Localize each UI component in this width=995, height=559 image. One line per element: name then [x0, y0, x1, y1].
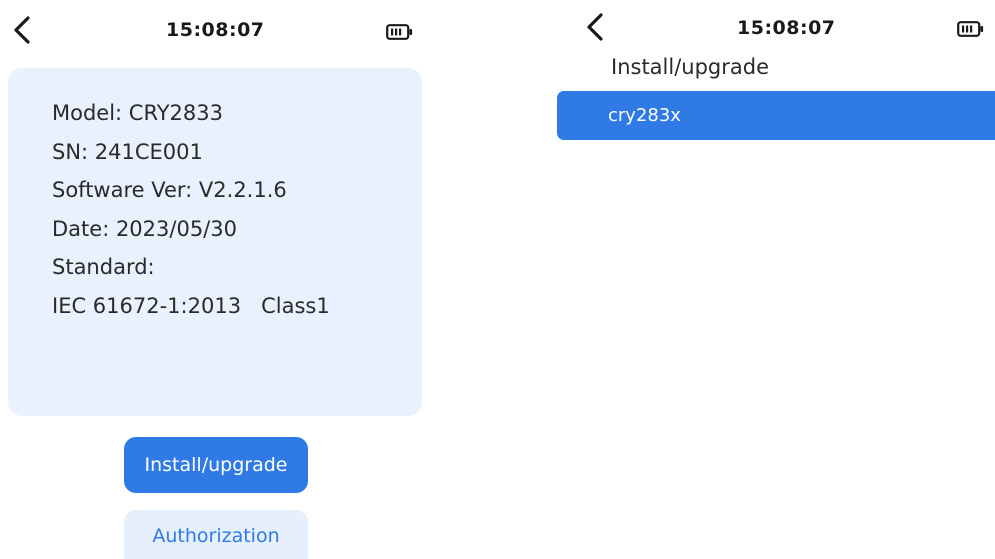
info-standard-label: Standard: — [52, 255, 155, 279]
info-standard-value: IEC 61672-1:2013 Class1 — [52, 293, 330, 318]
battery-icon — [957, 21, 984, 37]
status-bar: 15:08:07 — [0, 0, 430, 62]
install-upgrade-button[interactable]: Install/upgrade — [124, 437, 308, 493]
back-chevron-icon[interactable] — [11, 15, 33, 45]
status-time: 15:08:07 — [166, 19, 265, 41]
info-software-version: Software Ver: V2.2.1.6 — [52, 178, 287, 202]
info-serial-number: SN: 241CE001 — [52, 139, 203, 164]
firmware-list-item[interactable]: cry283x — [557, 91, 995, 140]
status-time: 15:08:07 — [737, 17, 836, 39]
device-info-lines: Model: CRY2833 SN: 241CE001 Software Ver… — [52, 94, 330, 325]
info-model: Model: CRY2833 — [52, 101, 223, 125]
device-info-card: Model: CRY2833 SN: 241CE001 Software Ver… — [8, 68, 422, 416]
firmware-list-item-label: cry283x — [608, 105, 681, 126]
authorization-button[interactable]: Authorization — [124, 510, 308, 559]
battery-icon — [386, 24, 413, 40]
page-title: Install/upgrade — [611, 55, 770, 79]
install-upgrade-screen: 15:08:07 Install/upgrade cry283x — [557, 0, 995, 559]
firmware-list: cry283x — [557, 91, 995, 140]
back-chevron-icon[interactable] — [584, 12, 606, 42]
status-bar: 15:08:07 — [557, 0, 995, 62]
device-info-screen: 15:08:07 Model: CRY2833 SN: 241CE001 Sof… — [0, 0, 430, 559]
info-date: Date: 2023/05/30 — [52, 216, 237, 241]
